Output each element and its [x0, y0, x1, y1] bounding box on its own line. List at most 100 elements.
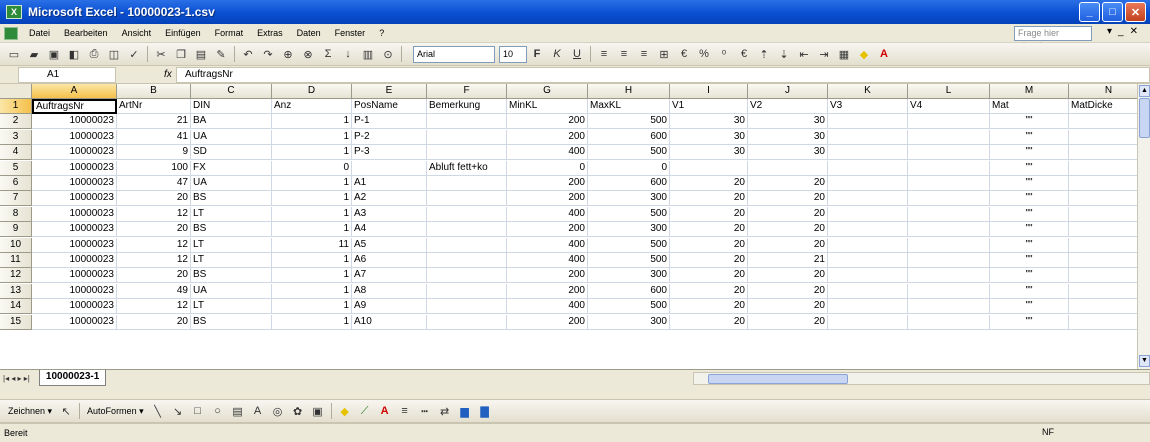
table-cell[interactable]	[908, 160, 990, 176]
select-objects-icon[interactable]: ↖	[58, 403, 74, 419]
table-cell[interactable]: 1	[272, 129, 352, 145]
permission-icon[interactable]: ◧	[66, 46, 82, 62]
table-cell[interactable]: 200	[507, 314, 588, 330]
table-cell[interactable]: 1	[272, 191, 352, 207]
table-cell[interactable]: 20	[670, 299, 748, 315]
table-cell[interactable]: P-2	[352, 129, 427, 145]
table-cell[interactable]: 200	[507, 114, 588, 130]
table-cell[interactable]: SD	[191, 145, 272, 161]
table-cell[interactable]: ""	[990, 237, 1069, 253]
maximize-button[interactable]: □	[1102, 2, 1123, 22]
table-cell[interactable]: 20	[117, 268, 191, 284]
table-cell[interactable]	[670, 160, 748, 176]
header-cell[interactable]: V1	[670, 99, 748, 114]
table-cell[interactable]: BS	[191, 268, 272, 284]
sort-ascending-icon[interactable]: ↓	[340, 46, 356, 62]
italic-icon[interactable]: K	[549, 46, 565, 62]
cut-icon[interactable]: ✂	[153, 46, 169, 62]
table-cell[interactable]: A9	[352, 299, 427, 315]
table-cell[interactable]	[828, 283, 908, 299]
excel-app-icon[interactable]: X	[6, 5, 22, 19]
table-cell[interactable]: 20	[670, 268, 748, 284]
header-cell[interactable]: V2	[748, 99, 828, 114]
table-cell[interactable]	[427, 314, 507, 330]
table-cell[interactable]: 20	[117, 314, 191, 330]
oval-icon[interactable]: ○	[210, 403, 226, 419]
arrow-icon[interactable]: ↘	[170, 403, 186, 419]
table-cell[interactable]: 500	[588, 237, 670, 253]
table-cell[interactable]: 10000023	[32, 176, 117, 191]
table-cell[interactable]: 10000023	[32, 160, 117, 176]
table-cell[interactable]	[908, 191, 990, 207]
table-cell[interactable]: UA	[191, 129, 272, 145]
table-cell[interactable]: 10000023	[32, 299, 117, 315]
line-icon[interactable]: ╲	[150, 403, 166, 419]
table-cell[interactable]: 49	[117, 283, 191, 299]
row-header[interactable]: 13	[0, 283, 32, 299]
header-cell[interactable]: MaxKL	[588, 99, 670, 114]
table-cell[interactable]: 400	[507, 206, 588, 222]
table-cell[interactable]: 1	[272, 283, 352, 299]
menu-extras[interactable]: Extras	[250, 28, 290, 38]
table-cell[interactable]	[427, 191, 507, 207]
table-cell[interactable]: 200	[507, 222, 588, 238]
column-header[interactable]: B	[117, 84, 191, 99]
table-cell[interactable]: 20	[748, 314, 828, 330]
menu-help[interactable]: ?	[372, 28, 391, 38]
table-cell[interactable]: A10	[352, 314, 427, 330]
column-header[interactable]: I	[670, 84, 748, 99]
menu-format[interactable]: Format	[208, 28, 251, 38]
table-cell[interactable]: FX	[191, 160, 272, 176]
3d-icon[interactable]: ▇	[477, 403, 493, 419]
table-cell[interactable]: P-1	[352, 114, 427, 130]
fx-icon[interactable]: fx	[116, 67, 176, 83]
table-cell[interactable]: 20	[117, 191, 191, 207]
table-cell[interactable]: 1	[272, 222, 352, 238]
table-cell[interactable]: 12	[117, 299, 191, 315]
table-cell[interactable]: ""	[990, 176, 1069, 191]
table-cell[interactable]: 10000023	[32, 191, 117, 207]
header-cell[interactable]: PosName	[352, 99, 427, 114]
table-cell[interactable]	[828, 191, 908, 207]
table-cell[interactable]: 30	[670, 145, 748, 161]
table-cell[interactable]: 1	[272, 253, 352, 268]
table-cell[interactable]: 20	[670, 222, 748, 238]
table-cell[interactable]: 30	[670, 114, 748, 130]
table-cell[interactable]: 300	[588, 222, 670, 238]
table-cell[interactable]: 500	[588, 114, 670, 130]
table-cell[interactable]: 20	[748, 191, 828, 207]
table-cell[interactable]: 20	[748, 268, 828, 284]
table-cell[interactable]: 400	[507, 299, 588, 315]
dash-style-icon[interactable]: ┅	[417, 403, 433, 419]
table-cell[interactable]: 10000023	[32, 114, 117, 130]
menu-datei[interactable]: Datei	[22, 28, 57, 38]
table-cell[interactable]: ""	[990, 145, 1069, 161]
table-cell[interactable]: 20	[670, 314, 748, 330]
column-header[interactable]: M	[990, 84, 1069, 99]
table-cell[interactable]	[908, 145, 990, 161]
vertical-scroll-thumb[interactable]	[1139, 98, 1150, 138]
table-cell[interactable]: 20	[748, 206, 828, 222]
table-cell[interactable]: 10000023	[32, 237, 117, 253]
table-cell[interactable]	[427, 283, 507, 299]
tab-navigation-icons[interactable]: |◂ ◂ ▸ ▸|	[0, 374, 33, 383]
column-header[interactable]: K	[828, 84, 908, 99]
table-cell[interactable]: 200	[507, 176, 588, 191]
table-cell[interactable]: 21	[117, 114, 191, 130]
table-cell[interactable]	[427, 222, 507, 238]
table-cell[interactable]	[908, 114, 990, 130]
underline-icon[interactable]: U	[569, 46, 585, 62]
row-header[interactable]: 12	[0, 268, 32, 284]
table-cell[interactable]: 30	[748, 145, 828, 161]
workbook-icon[interactable]	[4, 26, 18, 40]
table-cell[interactable]: A7	[352, 268, 427, 284]
table-cell[interactable]: 200	[507, 191, 588, 207]
table-cell[interactable]	[427, 299, 507, 315]
table-cell[interactable]: A1	[352, 176, 427, 191]
table-cell[interactable]: 1	[272, 314, 352, 330]
menu-fenster[interactable]: Fenster	[328, 28, 373, 38]
table-cell[interactable]: 1	[272, 268, 352, 284]
minimize-button[interactable]: _	[1079, 2, 1100, 22]
align-right-icon[interactable]: ≡	[636, 46, 652, 62]
table-cell[interactable]: A4	[352, 222, 427, 238]
